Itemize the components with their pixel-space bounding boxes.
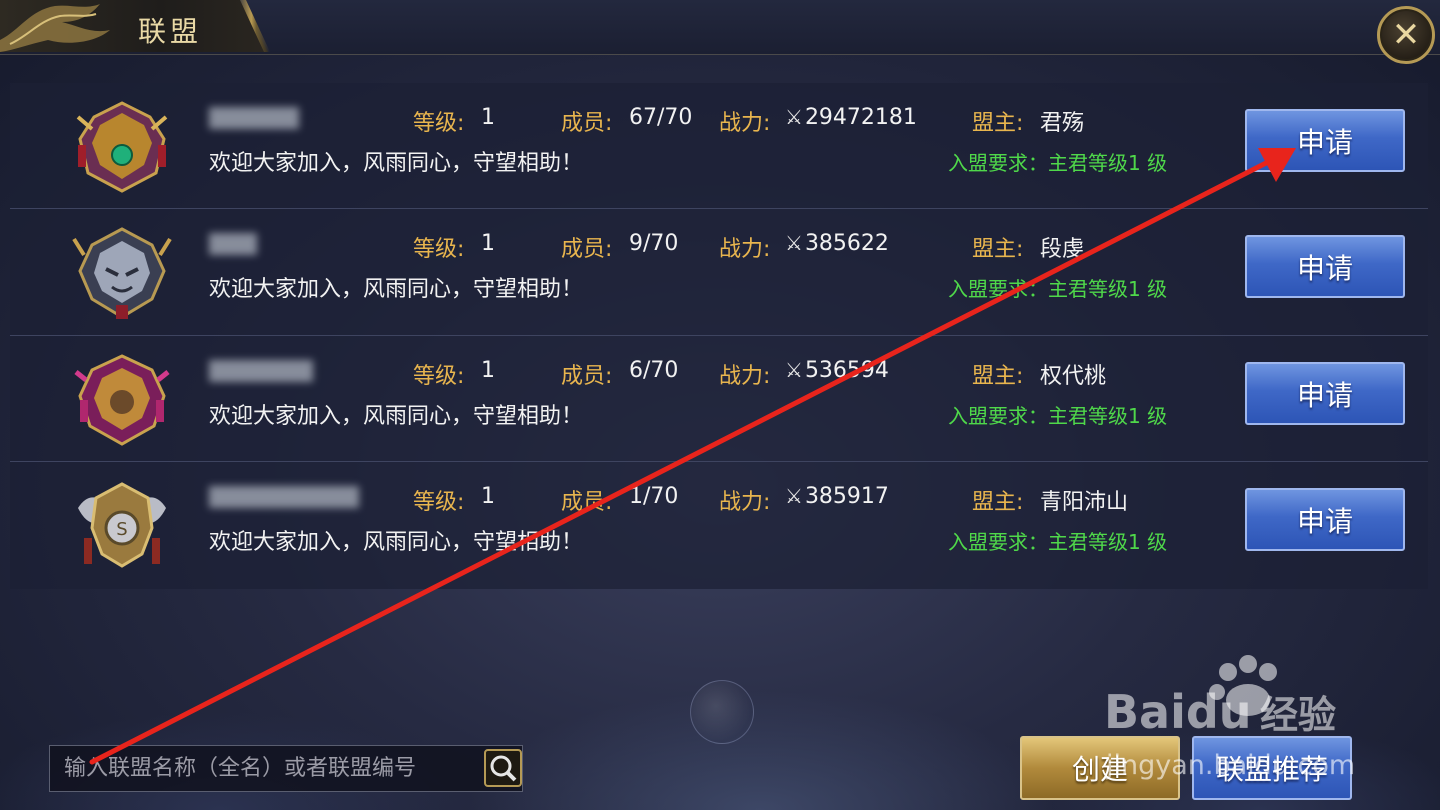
alliance-description: 欢迎大家加入，风雨同心，守望相助！ [209, 277, 584, 302]
dragon-emblem-icon [76, 101, 168, 193]
power-value-wrap: ⚔536594 [785, 358, 889, 383]
alliance-name-redacted [209, 486, 359, 508]
level-value: 1 [481, 358, 495, 383]
leader-value: 段虔 [1040, 237, 1085, 262]
join-requirement: 入盟要求：主君等级1 级 [948, 404, 1168, 428]
join-requirement: 入盟要求：主君等级1 级 [948, 277, 1168, 301]
members-value: 1/70 [629, 484, 679, 509]
alliance-description: 欢迎大家加入，风雨同心，守望相助！ [209, 530, 584, 555]
power-value: 536594 [804, 358, 889, 383]
members-label: 成员: [561, 364, 613, 389]
leader-value: 权代桃 [1040, 364, 1107, 389]
level-label: 等级: [413, 111, 465, 136]
leader-label: 盟主: [972, 111, 1024, 136]
power-label: 战力: [719, 237, 771, 262]
leader-value: 青阳沛山 [1040, 490, 1129, 515]
create-button[interactable]: 创建 [1020, 736, 1180, 800]
magnifier-icon [490, 755, 517, 782]
alliance-name-redacted [209, 360, 313, 382]
crossed-swords-icon: ⚔ [785, 231, 803, 255]
level-value: 1 [481, 231, 495, 256]
level-label: 等级: [413, 237, 465, 262]
alliance-list: 等级: 1 成员: 67/70 战力: ⚔29472181 盟主: 君殇 欢迎大… [10, 83, 1428, 589]
members-value: 6/70 [629, 358, 679, 383]
crossed-swords-icon: ⚔ [785, 358, 803, 382]
leader-label: 盟主: [972, 364, 1024, 389]
level-value: 1 [481, 105, 495, 130]
window-header: 联盟 ✕ [0, 0, 1440, 64]
alliance-name-redacted [209, 233, 257, 255]
leader-label: 盟主: [972, 490, 1024, 515]
close-button[interactable]: ✕ [1377, 6, 1435, 64]
alliance-row: 等级: 1 成员: 67/70 战力: ⚔29472181 盟主: 君殇 欢迎大… [10, 83, 1428, 209]
power-value: 29472181 [804, 105, 917, 130]
tiger-emblem-icon [72, 227, 172, 319]
leader-label: 盟主: [972, 237, 1024, 262]
level-label: 等级: [413, 364, 465, 389]
power-label: 战力: [719, 364, 771, 389]
power-label: 战力: [719, 490, 771, 515]
crossed-swords-icon: ⚔ [785, 105, 803, 129]
power-value-wrap: ⚔385622 [785, 231, 889, 256]
alliance-search [49, 745, 523, 792]
alliance-row: 等级: 1 成员: 9/70 战力: ⚔385622 盟主: 段虔 欢迎大家加入… [10, 209, 1428, 336]
apply-button[interactable]: 申请 [1245, 488, 1405, 551]
members-value: 67/70 [629, 105, 693, 130]
apply-button[interactable]: 申请 [1245, 109, 1405, 172]
join-requirement: 入盟要求：主君等级1 级 [948, 151, 1168, 175]
axe-emblem-icon: S [78, 482, 166, 568]
power-value-wrap: ⚔385917 [785, 484, 889, 509]
power-value: 385917 [804, 484, 889, 509]
alliance-name-redacted [209, 107, 299, 129]
search-button[interactable] [484, 749, 522, 787]
search-input[interactable] [50, 746, 480, 791]
apply-button[interactable]: 申请 [1245, 235, 1405, 298]
power-value: 385622 [804, 231, 889, 256]
power-label: 战力: [719, 111, 771, 136]
svg-text:S: S [116, 519, 127, 540]
level-label: 等级: [413, 490, 465, 515]
apply-button[interactable]: 申请 [1245, 362, 1405, 425]
level-value: 1 [481, 484, 495, 509]
crossed-swords-icon: ⚔ [785, 484, 803, 508]
members-value: 9/70 [629, 231, 679, 256]
dragon-ornament-icon [0, 4, 110, 52]
alliance-row: S 等级: 1 成员: 1/70 战力: ⚔385917 盟主: 青阳沛山 欢迎… [10, 462, 1428, 589]
leader-value: 君殇 [1040, 111, 1085, 136]
members-label: 成员: [561, 111, 613, 136]
members-label: 成员: [561, 237, 613, 262]
power-value-wrap: ⚔29472181 [785, 105, 917, 130]
alliance-row: 等级: 1 成员: 6/70 战力: ⚔536594 盟主: 权代桃 欢迎大家加… [10, 336, 1428, 462]
join-requirement: 入盟要求：主君等级1 级 [948, 530, 1168, 554]
background-orb [690, 680, 754, 744]
lion-emblem-icon [74, 354, 170, 446]
close-icon: ✕ [1391, 15, 1421, 55]
recommend-button[interactable]: 联盟推荐 [1192, 736, 1352, 800]
alliance-description: 欢迎大家加入，风雨同心，守望相助！ [209, 404, 584, 429]
page-title: 联盟 [138, 15, 203, 48]
members-label: 成员: [561, 490, 613, 515]
alliance-description: 欢迎大家加入，风雨同心，守望相助！ [209, 151, 584, 176]
